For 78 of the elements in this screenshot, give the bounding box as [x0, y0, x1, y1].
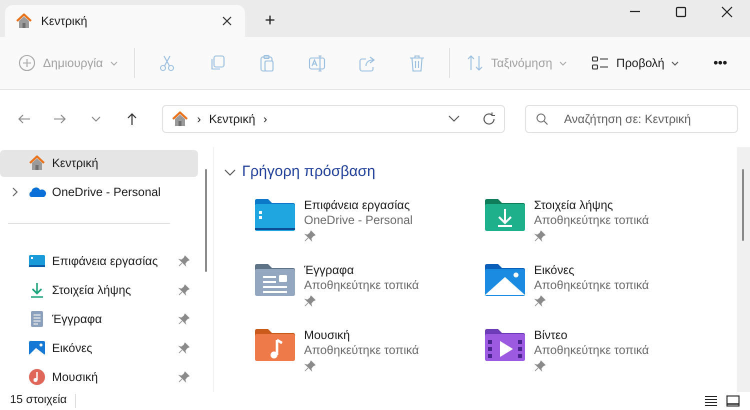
list-icon [704, 395, 718, 407]
folder-tile[interactable]: Έγγραφα Αποθηκεύτηκε τοπικά [254, 262, 484, 312]
scrollbar-thumb[interactable] [742, 169, 744, 241]
picture-folder-icon [484, 262, 526, 296]
trash-icon [408, 54, 426, 72]
folder-tile[interactable]: Στοιχεία λήψης Αποθηκεύτηκε τοπικά [484, 198, 714, 248]
rename-icon [308, 54, 326, 72]
details-view-button[interactable] [704, 395, 718, 407]
item-count: 15 στοιχεία [10, 393, 67, 408]
breadcrumb-separator[interactable]: › [197, 110, 201, 128]
sidebar-item[interactable]: Μουσική [0, 363, 198, 390]
folder-name: Εικόνες [534, 262, 576, 278]
sidebar-item[interactable]: Εικόνες [0, 334, 198, 362]
chevron-down-icon [671, 60, 680, 66]
folder-name: Μουσική [304, 328, 351, 342]
home-icon [15, 12, 33, 30]
folder-location: Αποθηκεύτηκε τοπικά [534, 342, 649, 358]
chevron-down-icon [559, 60, 568, 66]
plus-circle-icon [18, 54, 36, 72]
download-folder-icon [484, 198, 526, 232]
chevron-down-icon [110, 60, 118, 66]
window-tab[interactable]: Κεντρική [5, 5, 245, 37]
document-icon [28, 310, 46, 328]
arrow-icon [125, 112, 139, 126]
clipboard-icon [258, 54, 276, 72]
section-title: Γρήγορη πρόσβαση [242, 162, 376, 182]
folder-name: Βίντεο [534, 328, 568, 342]
desktop-folder-icon [254, 198, 296, 232]
music-folder-icon [254, 328, 296, 362]
view-layout-icon [591, 54, 610, 72]
sidebar-item[interactable]: OneDrive - Personal [0, 178, 198, 206]
chevron-right-icon[interactable] [12, 187, 18, 198]
home-icon [171, 110, 189, 128]
refresh-button[interactable] [482, 112, 496, 126]
share-icon [358, 54, 376, 72]
folder-tile[interactable]: Μουσική Αποθηκεύτηκε τοπικά [254, 328, 484, 378]
folder-tile[interactable]: Επιφάνεια εργασίας OneDrive - Personal [254, 198, 484, 248]
breadcrumb-item[interactable]: Κεντρική [209, 110, 256, 128]
more-button[interactable]: ••• [705, 45, 736, 81]
folder-name: Έγγραφα [304, 262, 355, 278]
scrollbar-thumb[interactable] [205, 169, 207, 272]
sidebar-item[interactable]: Στοιχεία λήψης [0, 276, 198, 304]
search-icon [536, 112, 548, 124]
chevron-down-icon [448, 115, 460, 122]
sidebar-item[interactable]: Επιφάνεια εργασίας [0, 248, 198, 275]
search-field[interactable]: Αναζήτηση σε: Κεντρική [525, 104, 738, 132]
sidebar-item[interactable]: Κεντρική [0, 150, 198, 177]
close-icon [222, 16, 232, 26]
folder-tile[interactable]: Εικόνες Αποθηκεύτηκε τοπικά [484, 262, 714, 312]
view-menu-button[interactable]: Προβολή [583, 45, 688, 81]
document-folder-icon [254, 262, 296, 296]
sidebar-item[interactable]: Έγγραφα [0, 305, 198, 332]
picture-icon [28, 338, 46, 357]
scissors-icon [158, 54, 176, 72]
folder-tile[interactable]: Βίντεο Αποθηκεύτηκε τοπικά [484, 328, 714, 378]
arrow-icon [53, 112, 67, 126]
address-bar[interactable]: › Κεντρική › [162, 104, 505, 132]
folder-location: Αποθηκεύτηκε τοπικά [534, 212, 649, 228]
maximize-icon [675, 6, 687, 18]
folder-location: Αποθηκεύτηκε τοπικά [304, 278, 419, 292]
new-tab-button[interactable]: + [255, 5, 285, 35]
sort-arrows-icon [466, 54, 484, 72]
breadcrumb-separator[interactable]: › [263, 110, 268, 128]
refresh-icon [482, 112, 496, 126]
close-icon [721, 6, 733, 18]
video-folder-icon [484, 328, 526, 362]
folder-name: Στοιχεία λήψης [534, 198, 614, 212]
home-icon [28, 154, 46, 172]
folder-location: OneDrive - Personal [304, 212, 413, 228]
folder-location: Αποθηκεύτηκε τοπικά [534, 278, 649, 292]
history-dropdown-button[interactable] [448, 115, 460, 122]
tile-icon [726, 395, 740, 407]
folder-location: Αποθηκεύτηκε τοπικά [304, 342, 419, 358]
arrow-icon [17, 112, 31, 126]
music-icon [28, 368, 46, 386]
tiles-view-button[interactable] [726, 395, 740, 407]
download-icon [28, 280, 46, 299]
folder-name: Επιφάνεια εργασίας [304, 198, 411, 212]
